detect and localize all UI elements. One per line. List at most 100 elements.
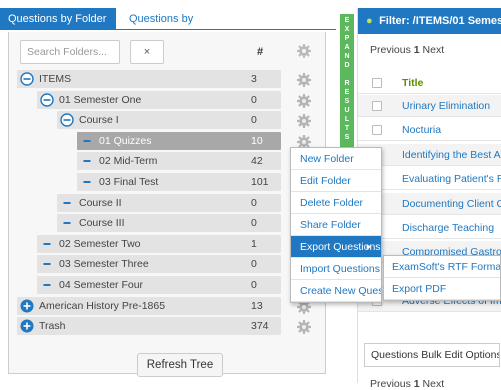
folder-panel: Questions by Folder Questions by Categor… xyxy=(0,0,336,383)
pin-icon: ● xyxy=(366,15,373,27)
pager-page-number[interactable]: 1 xyxy=(414,378,420,390)
search-folders-input[interactable]: Search Folders... xyxy=(20,40,120,64)
folder-label[interactable]: 02 Semester Two xyxy=(59,235,141,253)
bulk-edit-select[interactable]: Questions Bulk Edit Options... xyxy=(364,343,500,367)
select-all-checkbox[interactable] xyxy=(372,78,382,88)
expand-results-letter: P xyxy=(344,35,350,42)
folder-row[interactable]: Trash 374 xyxy=(9,317,327,336)
export-submenu: ExamSoft's RTF Format Export PDF xyxy=(383,255,501,301)
expand-results-letter: A xyxy=(344,44,350,51)
submenu-item[interactable]: Export PDF xyxy=(384,278,500,300)
question-title-link[interactable]: Evaluating Patient's Response xyxy=(402,168,501,189)
pager-next[interactable]: Next xyxy=(423,378,445,390)
question-title-link[interactable]: Identifying the Best Action xyxy=(402,144,501,165)
expand-results-letter: S xyxy=(344,134,350,141)
folder-label[interactable]: Course I xyxy=(79,111,119,129)
pager-next[interactable]: Next xyxy=(423,44,445,56)
chevron-right-icon: ► xyxy=(365,242,373,251)
question-title-link[interactable]: Documenting Client Care xyxy=(402,193,501,214)
tab-questions-by-folder[interactable]: Questions by Folder xyxy=(0,8,116,30)
questions-table-header: Title xyxy=(358,72,501,94)
minus-circle-icon[interactable] xyxy=(40,92,54,107)
expand-results-toggle[interactable]: EXPANDRESULTS xyxy=(340,14,354,150)
context-menu-item[interactable]: Import Questions xyxy=(291,258,381,280)
question-row[interactable]: Urinary Elimination xyxy=(358,95,501,117)
folder-row[interactable]: 03 Final Test 101 xyxy=(9,173,327,191)
pager-previous[interactable]: Previous xyxy=(370,44,411,56)
pager-page-number[interactable]: 1 xyxy=(414,44,420,56)
folder-label[interactable]: Course III xyxy=(79,214,125,232)
title-column-header[interactable]: Title xyxy=(402,72,423,93)
clear-search-button[interactable]: × xyxy=(130,40,164,64)
plus-circle-icon[interactable] xyxy=(20,299,34,313)
folder-row[interactable]: 04 Semester Four 0 xyxy=(9,276,327,294)
folder-row[interactable]: American History Pre-1865 13 xyxy=(9,296,327,315)
folder-label[interactable]: Trash xyxy=(39,317,65,335)
plus-circle-icon[interactable] xyxy=(20,319,34,333)
folder-count: 0 xyxy=(251,93,257,106)
context-menu-item-label: Create New Question xyxy=(300,285,381,297)
minus-circle-icon[interactable] xyxy=(20,72,34,86)
question-title-link[interactable]: Urinary Elimination xyxy=(402,95,490,116)
folder-count: 42 xyxy=(251,155,263,168)
folder-row[interactable]: Course III 0 xyxy=(9,214,327,233)
folder-count: 13 xyxy=(251,299,263,312)
folder-row[interactable]: Course II 0 xyxy=(9,193,327,212)
folder-row[interactable]: Course I 0 xyxy=(9,111,327,130)
question-checkbox[interactable] xyxy=(372,125,382,136)
context-menu-item[interactable]: Create New Question xyxy=(291,280,381,302)
expand-results-letter: S xyxy=(344,98,350,105)
folder-label[interactable]: 04 Semester Four xyxy=(59,276,143,294)
question-title-link[interactable]: Nocturia xyxy=(402,119,441,140)
folder-count: 0 xyxy=(251,279,257,291)
tab-questions-by-category[interactable]: Questions by Category xyxy=(121,8,245,47)
folder-label[interactable]: American History Pre-1865 xyxy=(39,297,165,315)
expand-results-letter: R xyxy=(344,80,350,87)
folder-row[interactable]: 01 Semester One 0 xyxy=(9,90,327,109)
context-menu-item-label: Import Questions xyxy=(300,263,380,275)
folder-row[interactable]: 02 Mid-Term 42 xyxy=(9,152,327,171)
context-menu-item[interactable]: New Folder xyxy=(291,148,381,170)
folder-count: 1 xyxy=(251,237,257,250)
refresh-tree-button[interactable]: Refresh Tree xyxy=(137,353,223,377)
context-menu-item[interactable]: Share Folder xyxy=(291,214,381,236)
tab-bar: Questions by Folder Questions by Categor… xyxy=(0,0,336,47)
dash-icon xyxy=(80,175,94,189)
submenu-item[interactable]: ExamSoft's RTF Format xyxy=(384,256,500,278)
folder-row[interactable]: ITEMS 3 xyxy=(9,70,327,88)
folder-count: 0 xyxy=(251,258,257,271)
dash-icon xyxy=(80,154,94,168)
folder-label[interactable]: 03 Semester Three xyxy=(59,255,149,273)
folder-label[interactable]: ITEMS xyxy=(39,70,71,88)
expand-results-letter: D xyxy=(344,62,350,69)
question-row[interactable]: Nocturia xyxy=(358,119,501,142)
folder-label[interactable]: Course II xyxy=(79,194,122,212)
expand-results-letter: X xyxy=(344,26,350,33)
context-menu-item[interactable]: Export Questions ► xyxy=(291,236,381,258)
folder-count: 10 xyxy=(251,134,263,147)
minus-circle-icon[interactable] xyxy=(60,113,74,127)
folder-row[interactable]: 01 Quizzes 10 xyxy=(9,131,327,150)
folder-count: 0 xyxy=(251,217,257,230)
expand-results-letter xyxy=(340,71,354,80)
folder-label[interactable]: 03 Final Test xyxy=(99,173,158,191)
context-menu-item[interactable]: Edit Folder xyxy=(291,170,381,192)
folder-count: 101 xyxy=(251,176,269,188)
expand-results-letter: E xyxy=(344,89,350,96)
gear-icon[interactable] xyxy=(296,319,312,341)
expand-results-letter: T xyxy=(344,125,350,132)
question-checkbox[interactable] xyxy=(372,101,382,111)
folder-row[interactable]: 02 Semester Two 1 xyxy=(9,234,327,253)
expand-results-letter: N xyxy=(344,53,350,60)
folder-count: 3 xyxy=(251,73,257,85)
context-menu-item-label: Edit Folder xyxy=(300,175,351,187)
context-menu-item[interactable]: Delete Folder xyxy=(291,192,381,214)
folder-label[interactable]: 01 Quizzes xyxy=(99,132,152,150)
question-title-link[interactable]: Discharge Teaching xyxy=(402,217,494,238)
folder-label[interactable]: 02 Mid-Term xyxy=(99,152,157,170)
folder-row[interactable]: 03 Semester Three 0 xyxy=(9,255,327,274)
gear-icon[interactable] xyxy=(296,43,312,62)
context-menu-item-label: Share Folder xyxy=(300,219,361,231)
pager-previous[interactable]: Previous xyxy=(370,378,411,390)
folder-label[interactable]: 01 Semester One xyxy=(59,91,141,109)
